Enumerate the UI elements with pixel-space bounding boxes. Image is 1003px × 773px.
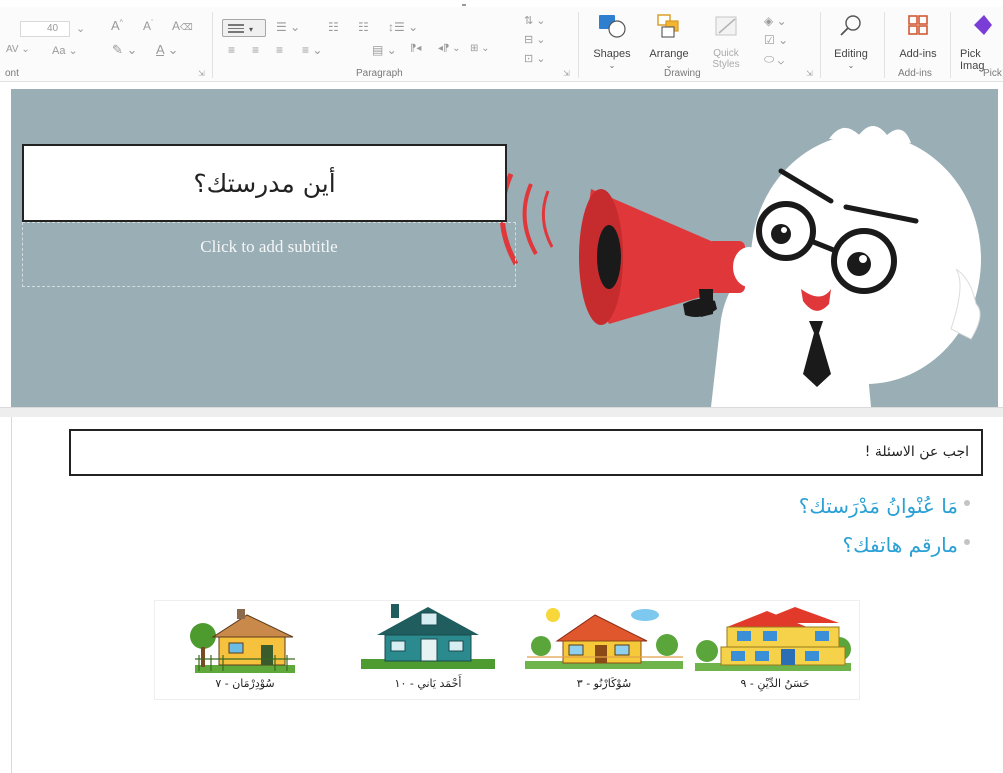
arrange-icon <box>657 14 679 38</box>
align-right-icon[interactable]: ≡ <box>276 43 283 57</box>
line-spacing-icon[interactable]: ↕☰ ⌄ <box>388 20 418 34</box>
drawing-dialog-launcher-icon[interactable]: ⇲ <box>806 69 813 78</box>
numbering-icon[interactable]: ☰ ⌄ <box>276 20 300 34</box>
yellow-house-icon <box>525 608 683 669</box>
divider <box>884 12 885 78</box>
ribbon: 40 ⌄ A^ Aˇ A⌫ AV ⌄ Aa ⌄ ✎ ⌄ A ⌄ ont ⇲ ▾ … <box>0 0 1003 82</box>
convert-smartart-icon[interactable]: ⊡ ⌄ <box>524 52 546 65</box>
decrease-indent-icon[interactable]: ☷ <box>328 20 339 34</box>
shapes-icon <box>599 15 626 38</box>
picker-button[interactable]: Pick Imag <box>956 13 1003 72</box>
subtitle-placeholder[interactable]: Click to add subtitle <box>22 222 516 287</box>
question-1-text: مَا عُنْوانُ مَدْرَستك؟ <box>798 494 958 518</box>
font-group-label: ont <box>5 68 19 79</box>
shape-fill-icon[interactable]: ◈ ⌄ <box>764 14 787 28</box>
large-house-icon <box>695 607 851 671</box>
arrange-button[interactable]: Arrange ⌄ <box>641 13 697 70</box>
font-color-icon[interactable]: A ⌄ <box>156 42 178 58</box>
rtl-icon[interactable]: ◂⁋ ⌄ <box>438 43 461 54</box>
char-spacing-button[interactable]: AV ⌄ <box>6 44 30 55</box>
question-2[interactable]: مارقم هاتفك؟ <box>842 533 970 557</box>
bullet-icon <box>964 500 970 506</box>
addins-group-label: Add-ins <box>898 68 932 79</box>
question-1[interactable]: مَا عُنْوانُ مَدْرَستك؟ <box>798 494 970 518</box>
houses-image[interactable]: سُوْدِرْمَان - ٧ أَحْمَد يَاني - ١٠ سُوْ… <box>154 600 860 700</box>
increase-indent-icon[interactable]: ☷ <box>358 20 369 34</box>
editing-button[interactable]: Editing ⌄ <box>824 13 878 70</box>
font-dialog-launcher-icon[interactable]: ⇲ <box>198 69 205 78</box>
change-case-button[interactable]: Aa ⌄ <box>52 44 78 57</box>
chevron-down-icon: ⌄ <box>847 61 855 70</box>
align-left-icon[interactable]: ≡ <box>228 43 235 57</box>
divider <box>212 12 213 78</box>
prompt-text: اجب عن الاسئلة ! <box>864 444 969 460</box>
ribbon-top-strip <box>0 0 1003 7</box>
shape-effects-icon[interactable]: ⬭ ⌄ <box>764 52 784 67</box>
addins-label: Add-ins <box>899 48 937 60</box>
teal-house-icon <box>361 604 495 669</box>
smartart-icon[interactable]: ⊞ ⌄ <box>470 43 490 54</box>
picker-label: Pick <box>960 48 981 60</box>
quick-styles-button[interactable]: Quick Styles <box>700 13 752 70</box>
arrange-label: Arrange <box>649 48 689 60</box>
divider <box>950 12 951 78</box>
text-direction-icon[interactable]: ⇅ ⌄ <box>524 14 546 27</box>
slide-1[interactable]: أين مدرستك؟ Click to add subtitle <box>11 89 998 407</box>
font-size-box[interactable]: 40 <box>20 21 70 37</box>
quick-styles-label-2: Styles <box>712 59 740 70</box>
divider <box>820 12 821 78</box>
addins-button[interactable]: Add-ins <box>892 13 944 60</box>
house-caption: سُوْدِرْمَان - ٧ <box>215 677 275 690</box>
divider <box>578 12 579 78</box>
bullet-icon <box>964 539 970 545</box>
paragraph-dialog-launcher-icon[interactable]: ⇲ <box>563 69 570 78</box>
quick-styles-label: Quick <box>713 48 739 59</box>
grow-font-button[interactable]: A^ <box>111 18 123 33</box>
shapes-button[interactable]: Shapes ⌄ <box>586 13 638 70</box>
house-caption: أَحْمَد يَاني - ١٠ <box>394 677 462 690</box>
chevron-down-icon: ⌄ <box>608 61 616 70</box>
slide-title: أين مدرستك؟ <box>193 168 336 198</box>
house-caption: حَسَنُ الدِّيْنِ - ٩ <box>740 677 810 690</box>
title-placeholder[interactable]: أين مدرستك؟ <box>22 144 507 222</box>
prompt-textbox[interactable]: اجب عن الاسئلة ! <box>69 429 983 476</box>
slide-gap <box>0 407 1003 417</box>
quick-styles-icon <box>715 16 737 36</box>
justify-icon[interactable]: ≡ ⌄ <box>302 43 322 57</box>
addins-icon <box>908 15 928 35</box>
editing-label: Editing <box>834 48 868 60</box>
picker-icon <box>974 15 992 35</box>
align-text-icon[interactable]: ⊟ ⌄ <box>524 33 546 46</box>
picker-group-label: Pick <box>983 68 1002 79</box>
slide-2[interactable]: اجب عن الاسئلة ! مَا عُنْوانُ مَدْرَستك؟… <box>11 417 1003 773</box>
subtitle-placeholder-text: Click to add subtitle <box>200 237 338 256</box>
ltr-icon[interactable]: ⁋◂ <box>410 43 421 54</box>
bullets-button[interactable]: ▾ <box>222 19 266 37</box>
highlight-icon[interactable]: ✎ ⌄ <box>112 42 137 58</box>
paragraph-group-label: Paragraph <box>356 68 403 79</box>
clear-formatting-button[interactable]: A⌫ <box>172 19 193 33</box>
shrink-font-button[interactable]: Aˇ <box>143 19 153 33</box>
align-center-icon[interactable]: ≡ <box>252 43 259 57</box>
columns-icon[interactable]: ▤ ⌄ <box>372 43 397 57</box>
cottage-house-icon <box>190 609 295 673</box>
drawing-group-label: Drawing <box>664 68 701 79</box>
house-caption: سُوْكَارْنُو - ٣ <box>576 677 632 690</box>
shapes-label: Shapes <box>593 48 631 60</box>
shape-outline-icon[interactable]: ☑ ⌄ <box>764 33 788 47</box>
question-2-text: مارقم هاتفك؟ <box>842 533 959 557</box>
chevron-down-icon[interactable]: ⌄ <box>76 22 85 35</box>
search-icon <box>840 15 861 36</box>
